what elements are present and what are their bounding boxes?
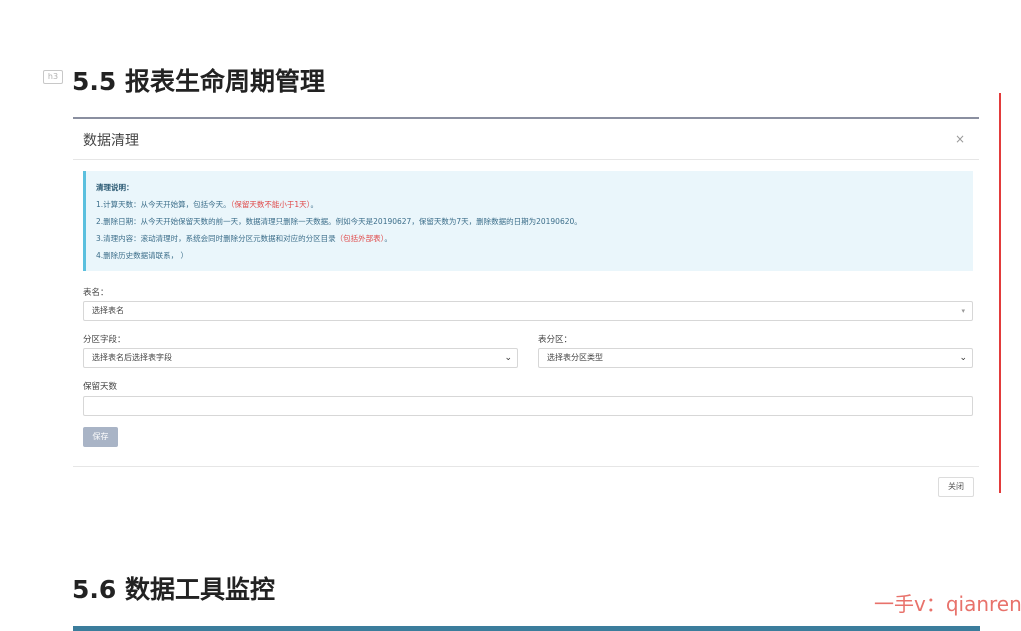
retention-days-label: 保留天数: [83, 382, 118, 392]
save-button[interactable]: 保存: [83, 427, 118, 447]
retention-days-input[interactable]: [83, 396, 973, 416]
modal-title: 数据清理: [83, 133, 139, 149]
instruction-warning: （包括外部表）: [335, 234, 385, 243]
modal-header: 数据清理 ×: [73, 119, 979, 160]
table-name-label: 表名：: [83, 288, 109, 298]
cursor-line-marker: [999, 93, 1001, 493]
data-cleanup-modal: 数据清理 × 清理说明： 1.计算天数：从今天开始算，包括今天。（保留天数不能小…: [73, 117, 979, 499]
cleanup-instructions-box: 清理说明： 1.计算天数：从今天开始算，包括今天。（保留天数不能小于1天）。 2…: [83, 171, 973, 271]
chevron-down-icon: ⌄: [504, 353, 512, 363]
caret-down-icon: ▾: [961, 307, 965, 315]
instruction-line-4: 4.删除历史数据请联系， ）: [96, 251, 189, 260]
close-icon[interactable]: ×: [955, 132, 965, 146]
partition-field-select[interactable]: 选择表名后选择表字段 ⌄: [83, 348, 518, 368]
section-5-6-heading: 5.6 数据工具监控: [72, 575, 275, 604]
modal-footer-divider: [73, 466, 979, 467]
partition-field-label: 分区字段：: [83, 335, 126, 345]
next-section-banner-edge: [73, 626, 980, 631]
instruction-line-1: 1.计算天数：从今天开始算，包括今天。（保留天数不能小于1天）。: [96, 200, 318, 209]
heading-level-badge: h3: [43, 70, 63, 84]
section-5-5-heading: 5.5 报表生命周期管理: [72, 67, 325, 96]
instruction-line-3: 3.清理内容：滚动清理时，系统会同时删除分区元数据和对应的分区目录（包括外部表）…: [96, 234, 392, 243]
table-partition-label: 表分区：: [538, 335, 573, 345]
instructions-title: 清理说明：: [96, 183, 134, 192]
table-partition-select[interactable]: 选择表分区类型 ⌄: [538, 348, 973, 368]
close-button[interactable]: 关闭: [938, 477, 974, 497]
instruction-line-2: 2.删除日期：从今天开始保留天数的前一天，数据清理只删除一天数据。例如今天是20…: [96, 217, 582, 226]
watermark-text: 一手v：qianren: [874, 592, 1021, 616]
table-name-select[interactable]: 选择表名 ▾: [83, 301, 973, 321]
instruction-warning: （保留天数不能小于1天）: [230, 200, 311, 209]
chevron-down-icon: ⌄: [959, 353, 967, 363]
